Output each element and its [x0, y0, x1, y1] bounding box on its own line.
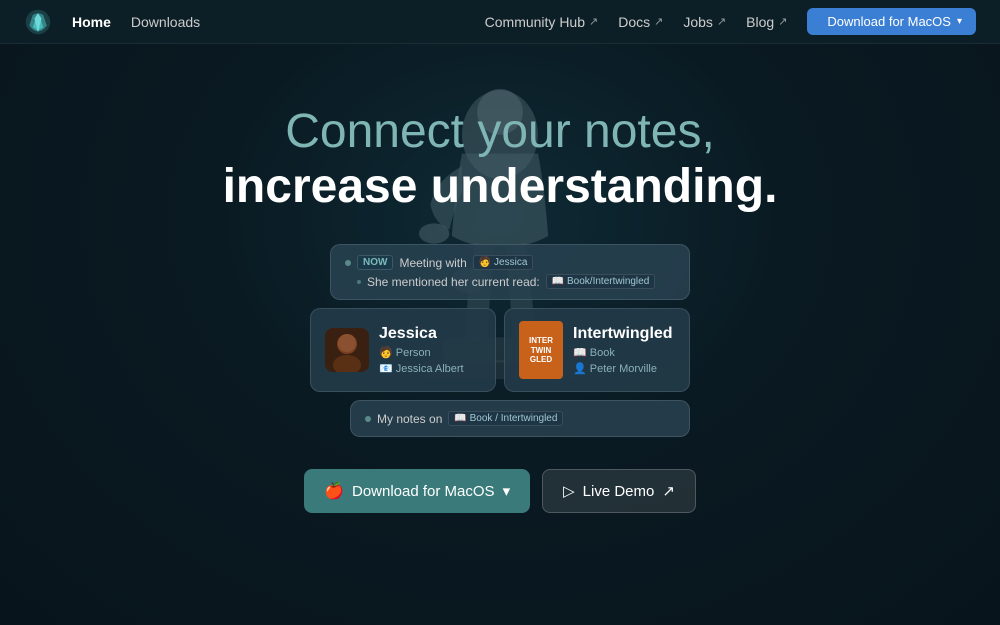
book-type: 📖 Book — [573, 346, 675, 359]
hero-section: Connect your notes, increase understandi… — [0, 44, 1000, 625]
demo-cards: NOW Meeting with 🧑 Jessica She mentioned… — [310, 244, 690, 437]
dot-icon — [365, 416, 371, 422]
nav-docs[interactable]: Docs ↗ — [618, 14, 663, 30]
jessica-sub: 📧 Jessica Albert — [379, 362, 481, 375]
external-icon: ↗ — [717, 15, 726, 28]
nav-home[interactable]: Home — [72, 14, 111, 30]
book-tag: 📖 Book/Intertwingled — [546, 274, 656, 289]
jessica-tag: 🧑 Jessica — [473, 255, 534, 270]
nav-community[interactable]: Community Hub ↗ — [485, 14, 599, 30]
external-link-icon: ↗ — [662, 482, 675, 500]
hero-text: Connect your notes, increase understandi… — [223, 104, 778, 214]
book-ref-tag: 📖 Book / Intertwingled — [448, 411, 563, 426]
dot-icon — [345, 260, 351, 266]
meeting-card: NOW Meeting with 🧑 Jessica She mentioned… — [330, 244, 690, 300]
hero-title-line1: Connect your notes, — [223, 104, 778, 159]
jessica-info: Jessica 🧑 Person 📧 Jessica Albert — [379, 325, 481, 375]
mentioned-text: She mentioned her current read: — [367, 275, 540, 289]
cta-buttons: 🍎 Download for MacOS ▾ ▷ Live Demo ↗ — [304, 469, 696, 513]
jessica-type: 🧑 Person — [379, 346, 481, 359]
play-icon: ▷ — [563, 482, 575, 500]
download-macos-button[interactable]: 🍎 Download for MacOS ▾ — [304, 469, 530, 513]
book-info: Intertwingled 📖 Book 👤 Peter Morville — [573, 325, 675, 375]
notes-pill: My notes on 📖 Book / Intertwingled — [350, 400, 690, 437]
logo-icon — [24, 8, 52, 36]
dot-icon — [357, 280, 361, 284]
chevron-down-icon: ▾ — [503, 482, 511, 500]
external-icon: ↗ — [778, 15, 787, 28]
entity-cards-row: Jessica 🧑 Person 📧 Jessica Albert INTER … — [310, 308, 690, 392]
book-cover: INTER TWIN GLED — [519, 321, 563, 379]
live-demo-button[interactable]: ▷ Live Demo ↗ — [542, 469, 696, 513]
book-sub: 👤 Peter Morville — [573, 362, 675, 375]
nav-blog[interactable]: Blog ↗ — [746, 14, 787, 30]
nav-jobs[interactable]: Jobs ↗ — [683, 14, 726, 30]
apple-logo-icon: 🍎 — [324, 481, 344, 501]
chevron-down-icon: ▾ — [957, 16, 962, 27]
jessica-entity-card: Jessica 🧑 Person 📧 Jessica Albert — [310, 308, 496, 392]
navbar: Home Downloads Community Hub ↗ Docs ↗ Jo… — [0, 0, 1000, 44]
external-icon: ↗ — [589, 15, 598, 28]
hero-title-line2: increase understanding. — [223, 159, 778, 214]
nav-downloads[interactable]: Downloads — [131, 14, 200, 30]
download-nav-button[interactable]: Download for MacOS ▾ — [807, 8, 976, 35]
external-icon: ↗ — [654, 15, 663, 28]
now-tag: NOW — [357, 255, 393, 270]
meeting-text: Meeting with — [399, 256, 466, 270]
nav-right: Community Hub ↗ Docs ↗ Jobs ↗ Blog ↗ Dow… — [485, 8, 976, 35]
jessica-avatar — [325, 328, 369, 372]
notes-text: My notes on — [377, 412, 442, 426]
jessica-name: Jessica — [379, 325, 481, 343]
nav-left: Home Downloads — [24, 8, 200, 36]
book-entity-card: INTER TWIN GLED Intertwingled 📖 Book 👤 P… — [504, 308, 690, 392]
book-name: Intertwingled — [573, 325, 675, 343]
